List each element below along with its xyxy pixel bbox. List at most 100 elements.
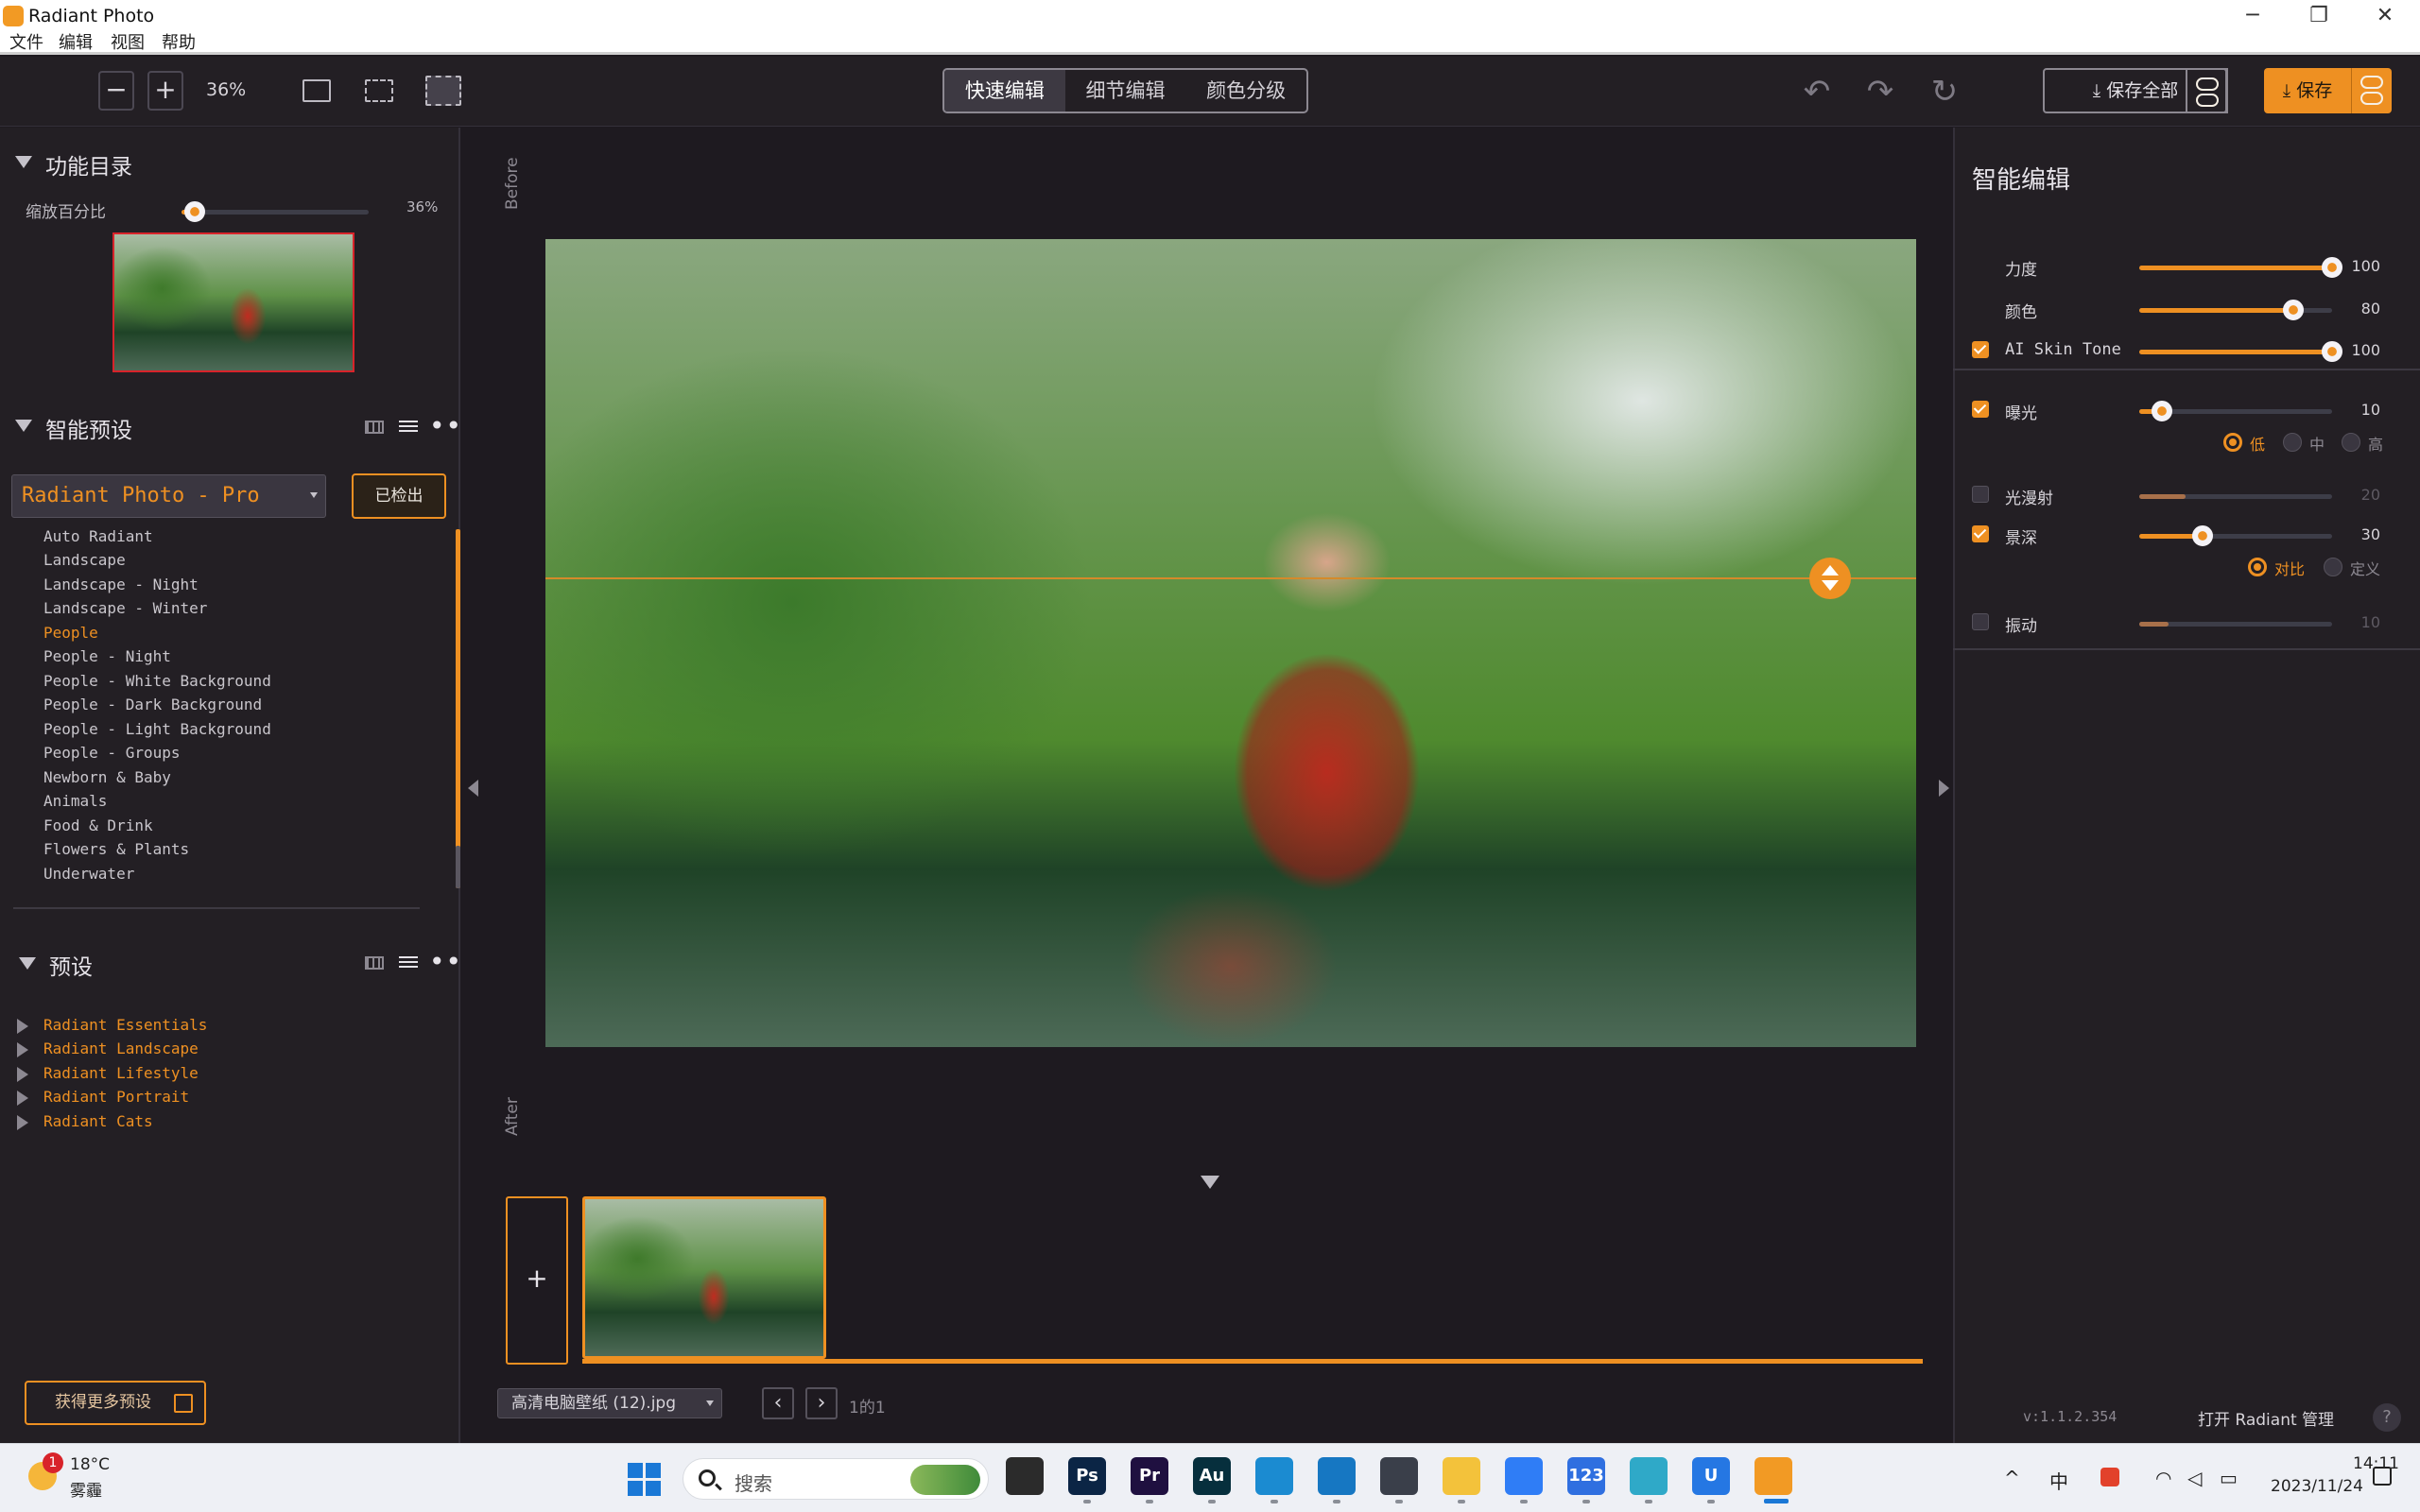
- preset-item[interactable]: Flowers & Plants: [43, 840, 189, 858]
- taskbar-app-123pan-icon[interactable]: 123: [1567, 1457, 1605, 1495]
- preset-item[interactable]: Underwater: [43, 865, 134, 883]
- open-radiant-manager-link[interactable]: 打开 Radiant 管理: [2198, 1406, 2334, 1430]
- save-options-button[interactable]: [2351, 68, 2392, 113]
- tab-quick-edit[interactable]: 快速编辑: [944, 70, 1065, 112]
- preset-item[interactable]: People - Night: [43, 647, 171, 665]
- clock-date[interactable]: 2023/11/24: [2271, 1477, 2363, 1496]
- preset-list-scrollbar[interactable]: [456, 529, 460, 888]
- exposure-mid-radio[interactable]: [2283, 433, 2302, 452]
- single-view-icon[interactable]: [302, 79, 331, 102]
- taskbar-app-feishu-icon[interactable]: [1505, 1457, 1543, 1495]
- wifi-icon[interactable]: ◠: [2155, 1467, 2171, 1489]
- smart-preset-dropdown[interactable]: Radiant Photo - Pro: [11, 474, 326, 518]
- minimize-button[interactable]: ─: [2220, 0, 2286, 32]
- windows-start-icon[interactable]: [628, 1463, 662, 1497]
- taskbar-app-audition-icon[interactable]: Au: [1193, 1457, 1231, 1495]
- preset-item[interactable]: Landscape: [43, 551, 126, 569]
- taskbar-app-edge-icon[interactable]: [1255, 1457, 1293, 1495]
- collapse-presets-icon[interactable]: [19, 957, 36, 970]
- get-more-presets-button[interactable]: 获得更多预设: [25, 1381, 206, 1425]
- notification-icon[interactable]: [2373, 1467, 2392, 1486]
- slider-checkbox[interactable]: [1972, 486, 1989, 503]
- edit-slider[interactable]: [2139, 300, 2332, 320]
- close-button[interactable]: ✕: [2352, 0, 2418, 32]
- prev-image-button[interactable]: ‹: [762, 1387, 794, 1419]
- file-dropdown[interactable]: 高清电脑壁纸 (12).jpg: [497, 1388, 722, 1418]
- collapse-right-panel-icon[interactable]: [1939, 780, 1949, 797]
- reset-icon[interactable]: ↻: [1927, 74, 1962, 110]
- taskbar-app-premiere-icon[interactable]: Pr: [1131, 1457, 1168, 1495]
- volume-icon[interactable]: ◁: [2187, 1467, 2202, 1489]
- menu-edit[interactable]: 编辑: [59, 32, 93, 55]
- edit-slider[interactable]: [2139, 494, 2332, 499]
- photo-preview[interactable]: [545, 239, 1916, 1047]
- edit-slider[interactable]: [2139, 401, 2332, 421]
- filmstrip-toggle-icon[interactable]: [1201, 1176, 1219, 1189]
- tab-color-grading[interactable]: 颜色分级: [1185, 70, 1306, 112]
- exposure-high-radio[interactable]: [2342, 433, 2360, 452]
- slider-checkbox[interactable]: [1972, 341, 1989, 358]
- taskbar-app-uu-icon[interactable]: U: [1692, 1457, 1730, 1495]
- maximize-button[interactable]: ❐: [2286, 0, 2352, 32]
- weather-temperature[interactable]: 18°C: [70, 1455, 110, 1474]
- edit-slider[interactable]: [2139, 525, 2332, 546]
- preset-item[interactable]: People: [43, 624, 98, 642]
- preset-item[interactable]: Food & Drink: [43, 816, 153, 834]
- split-handle[interactable]: [1809, 558, 1851, 599]
- preset-item[interactable]: Newborn & Baby: [43, 768, 171, 786]
- filmstrip-thumbnail[interactable]: [582, 1196, 826, 1359]
- taskbar-app-app-photo-icon[interactable]: [1630, 1457, 1668, 1495]
- preset-item[interactable]: Landscape - Winter: [43, 599, 207, 617]
- preset-item[interactable]: People - Dark Background: [43, 696, 262, 713]
- checked-out-button[interactable]: 已检出: [352, 473, 446, 519]
- tab-detail-edit[interactable]: 细节编辑: [1065, 70, 1186, 112]
- taskbar-app-unity-icon[interactable]: [1380, 1457, 1418, 1495]
- taskbar-app-photoshop-icon[interactable]: Ps: [1068, 1457, 1106, 1495]
- undo-icon[interactable]: ↶: [1799, 74, 1835, 110]
- preset-item[interactable]: People - White Background: [43, 672, 271, 690]
- taskbar-app-task-view-icon[interactable]: [1006, 1457, 1044, 1495]
- exposure-low-radio[interactable]: [2223, 433, 2242, 452]
- battery-icon[interactable]: ▭: [2220, 1467, 2238, 1489]
- grid-view-icon[interactable]: [365, 421, 384, 434]
- grid-view-icon[interactable]: [365, 956, 384, 970]
- slider-checkbox[interactable]: [1972, 613, 1989, 630]
- taskbar-app-file-explorer-icon[interactable]: [1443, 1457, 1480, 1495]
- split-view-icon[interactable]: [425, 76, 461, 106]
- preset-item[interactable]: People - Light Background: [43, 720, 271, 738]
- collapse-smart-presets-icon[interactable]: [15, 420, 32, 432]
- filmstrip-scrollbar[interactable]: [582, 1359, 1923, 1364]
- collapse-left-panel-icon[interactable]: [468, 780, 478, 797]
- add-photo-button[interactable]: +: [506, 1196, 568, 1365]
- preset-item[interactable]: Animals: [43, 792, 107, 810]
- taskbar-search[interactable]: 搜索: [683, 1458, 989, 1500]
- tray-overflow-icon[interactable]: ^: [2004, 1467, 2020, 1489]
- help-button[interactable]: ?: [2373, 1403, 2401, 1432]
- redo-icon[interactable]: ↷: [1862, 74, 1898, 110]
- depth-contrast-radio[interactable]: [2248, 558, 2267, 576]
- edit-slider[interactable]: [2139, 257, 2342, 278]
- ime-indicator[interactable]: 中: [2049, 1467, 2068, 1494]
- zoom-out-button[interactable]: −: [98, 71, 134, 111]
- edit-slider[interactable]: [2139, 341, 2342, 362]
- slider-checkbox[interactable]: [1972, 401, 1989, 418]
- zoom-in-button[interactable]: +: [147, 71, 183, 111]
- slider-checkbox[interactable]: [1972, 525, 1989, 542]
- menu-view[interactable]: 视图: [111, 32, 145, 55]
- preset-item[interactable]: Landscape - Night: [43, 576, 199, 593]
- taskbar-app-radiant-photo-icon[interactable]: [1754, 1457, 1792, 1495]
- save-all-options-button[interactable]: [2186, 68, 2227, 113]
- split-line[interactable]: [545, 577, 1916, 579]
- depth-definition-radio[interactable]: [2324, 558, 2342, 576]
- list-view-icon[interactable]: [399, 956, 418, 970]
- next-image-button[interactable]: ›: [805, 1387, 838, 1419]
- preset-item[interactable]: Auto Radiant: [43, 527, 153, 545]
- preset-item[interactable]: People - Groups: [43, 744, 181, 762]
- collapse-navigator-icon[interactable]: [15, 156, 32, 168]
- taskbar-app-edge-beta-icon[interactable]: [1318, 1457, 1356, 1495]
- weather-description[interactable]: 雾霾: [70, 1477, 102, 1501]
- zoom-percent-slider[interactable]: [182, 201, 369, 222]
- zoom-percent-knob[interactable]: [183, 201, 205, 222]
- menu-file[interactable]: 文件: [9, 32, 43, 55]
- side-by-side-view-icon[interactable]: [365, 79, 393, 102]
